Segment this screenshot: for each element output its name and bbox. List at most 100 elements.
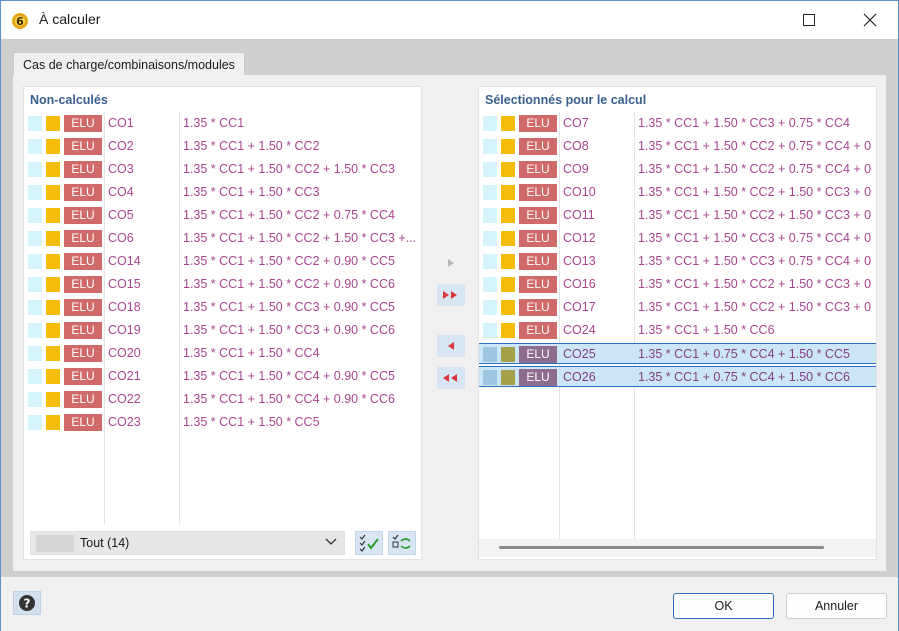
design-situation-badge: ELU bbox=[519, 207, 557, 224]
list-item[interactable]: ELU CO3 1.35 * CC1 + 1.50 * CC2 + 1.50 * C… bbox=[24, 159, 421, 180]
list-item[interactable]: ELU CO5 1.35 * CC1 + 1.50 * CC2 + 0.75 * C… bbox=[24, 205, 421, 226]
design-situation-badge: ELU bbox=[64, 276, 102, 293]
load-type-color-swatch bbox=[483, 347, 497, 362]
invert-selection-button[interactable] bbox=[388, 531, 416, 555]
close-button[interactable] bbox=[847, 1, 893, 39]
combination-color-swatch bbox=[46, 392, 60, 407]
list-item[interactable]: ELU CO1 1.35 * CC1 bbox=[24, 113, 421, 134]
list-item[interactable]: ELU CO6 1.35 * CC1 + 1.50 * CC2 + 1.50 * C… bbox=[24, 228, 421, 249]
design-situation-badge: ELU bbox=[519, 276, 557, 293]
combination-name: CO24 bbox=[563, 323, 596, 337]
design-situation-badge: ELU bbox=[64, 322, 102, 339]
move-all-left-button[interactable] bbox=[437, 367, 465, 389]
load-type-color-swatch bbox=[483, 277, 497, 292]
filter-dropdown[interactable]: Tout (14) bbox=[30, 531, 345, 555]
design-situation-badge: ELU bbox=[64, 230, 102, 247]
combination-name: CO3 bbox=[108, 162, 134, 176]
combination-expression: 1.35 * CC1 + 1.50 * CC2 + 1.50 * CC3 + 0 bbox=[638, 185, 872, 199]
list-item[interactable]: ELU CO15 1.35 * CC1 + 1.50 * CC2 + 0.90 * … bbox=[24, 274, 421, 295]
move-right-button[interactable] bbox=[437, 252, 465, 274]
combination-name: CO5 bbox=[108, 208, 134, 222]
list-item[interactable]: ELU CO11 1.35 * CC1 + 1.50 * CC2 + 1.50 * … bbox=[479, 205, 876, 226]
list-item[interactable]: ELU CO12 1.35 * CC1 + 1.50 * CC3 + 0.75 * … bbox=[479, 228, 876, 249]
list-item[interactable]: ELU CO23 1.35 * CC1 + 1.50 * CC5 bbox=[24, 412, 421, 433]
design-situation-badge: ELU bbox=[64, 391, 102, 408]
combination-name: CO6 bbox=[108, 231, 134, 245]
combination-color-swatch bbox=[501, 185, 515, 200]
maximize-button[interactable] bbox=[786, 1, 832, 39]
cancel-button[interactable]: Annuler bbox=[786, 593, 887, 619]
list-item[interactable]: ELU CO21 1.35 * CC1 + 1.50 * CC4 + 0.90 * … bbox=[24, 366, 421, 387]
load-type-color-swatch bbox=[483, 231, 497, 246]
combination-color-swatch bbox=[501, 277, 515, 292]
list-item[interactable]: ELU CO18 1.35 * CC1 + 1.50 * CC3 + 0.90 * … bbox=[24, 297, 421, 318]
filter-color-swatch bbox=[36, 535, 74, 552]
combination-name: CO7 bbox=[563, 116, 589, 130]
arrow-right-icon bbox=[448, 259, 454, 267]
list-item[interactable]: ELU CO13 1.35 * CC1 + 1.50 * CC3 + 0.75 * … bbox=[479, 251, 876, 272]
combination-expression: 1.35 * CC1 bbox=[183, 116, 245, 130]
combination-expression: 1.35 * CC1 + 1.50 * CC2 + 0.75 * CC4 + 0 bbox=[638, 139, 872, 153]
maximize-icon bbox=[803, 14, 815, 26]
list-item[interactable]: ELU CO17 1.35 * CC1 + 1.50 * CC2 + 1.50 * … bbox=[479, 297, 876, 318]
list-item[interactable]: ELU CO7 1.35 * CC1 + 1.50 * CC3 + 0.75 * C… bbox=[479, 113, 876, 134]
load-type-color-swatch bbox=[483, 185, 497, 200]
move-all-right-button[interactable] bbox=[437, 284, 465, 306]
check-all-icon bbox=[359, 534, 379, 552]
combination-name: CO15 bbox=[108, 277, 141, 291]
list-item[interactable]: ELU CO25 1.35 * CC1 + 0.75 * CC4 + 1.50 * … bbox=[479, 343, 876, 364]
move-left-button[interactable] bbox=[437, 335, 465, 357]
list-item[interactable]: ELU CO14 1.35 * CC1 + 1.50 * CC2 + 0.90 * … bbox=[24, 251, 421, 272]
help-button[interactable]: ? bbox=[13, 591, 41, 615]
design-situation-badge: ELU bbox=[519, 230, 557, 247]
combination-color-swatch bbox=[46, 277, 60, 292]
combination-name: CO9 bbox=[563, 162, 589, 176]
design-situation-badge: ELU bbox=[519, 299, 557, 316]
combination-name: CO11 bbox=[563, 208, 595, 222]
design-situation-badge: ELU bbox=[519, 369, 557, 386]
combination-color-swatch bbox=[501, 300, 515, 315]
design-situation-badge: ELU bbox=[519, 322, 557, 339]
combination-name: CO18 bbox=[108, 300, 141, 314]
load-type-color-swatch bbox=[28, 231, 42, 246]
list-item[interactable]: ELU CO10 1.35 * CC1 + 1.50 * CC2 + 1.50 * … bbox=[479, 182, 876, 203]
list-item[interactable]: ELU CO20 1.35 * CC1 + 1.50 * CC4 bbox=[24, 343, 421, 364]
list-item[interactable]: ELU CO26 1.35 * CC1 + 0.75 * CC4 + 1.50 * … bbox=[479, 366, 876, 387]
dialog-body: Cas de charge/combinaisons/modules Non-c… bbox=[1, 39, 898, 577]
dialog-footer: ? OK Annuler bbox=[1, 577, 898, 631]
combination-name: CO1 bbox=[108, 116, 134, 130]
svg-text:6: 6 bbox=[16, 15, 24, 28]
combination-expression: 1.35 * CC1 + 1.50 * CC2 + 1.50 * CC3 +..… bbox=[183, 231, 417, 245]
ok-button[interactable]: OK bbox=[673, 593, 774, 619]
select-all-button[interactable] bbox=[355, 531, 383, 555]
dialog-window: 6 À calculer Cas de charge/combinaisons/… bbox=[0, 0, 899, 631]
list-item[interactable]: ELU CO2 1.35 * CC1 + 1.50 * CC2 bbox=[24, 136, 421, 157]
list-item[interactable]: ELU CO19 1.35 * CC1 + 1.50 * CC3 + 0.90 * … bbox=[24, 320, 421, 341]
list-item[interactable]: ELU CO8 1.35 * CC1 + 1.50 * CC2 + 0.75 * C… bbox=[479, 136, 876, 157]
load-type-color-swatch bbox=[483, 370, 497, 385]
design-situation-badge: ELU bbox=[64, 138, 102, 155]
combination-name: CO25 bbox=[563, 347, 596, 361]
tab-load-cases[interactable]: Cas de charge/combinaisons/modules bbox=[13, 52, 245, 76]
horizontal-scrollbar[interactable] bbox=[479, 539, 876, 557]
design-situation-badge: ELU bbox=[64, 207, 102, 224]
load-type-color-swatch bbox=[28, 139, 42, 154]
load-type-color-swatch bbox=[28, 208, 42, 223]
load-type-color-swatch bbox=[28, 254, 42, 269]
combination-expression: 1.35 * CC1 + 1.50 * CC4 + 0.90 * CC5 bbox=[183, 369, 395, 383]
combination-color-swatch bbox=[46, 162, 60, 177]
design-situation-badge: ELU bbox=[64, 368, 102, 385]
selected-list-panel: Sélectionnés pour le calcul ELU CO7 1.35 *… bbox=[478, 86, 877, 560]
combination-expression: 1.35 * CC1 + 1.50 * CC3 + 0.75 * CC4 + 0 bbox=[638, 231, 872, 245]
list-item[interactable]: ELU CO24 1.35 * CC1 + 1.50 * CC6 bbox=[479, 320, 876, 341]
list-item[interactable]: ELU CO4 1.35 * CC1 + 1.50 * CC3 bbox=[24, 182, 421, 203]
list-item[interactable]: ELU CO22 1.35 * CC1 + 1.50 * CC4 + 0.90 * … bbox=[24, 389, 421, 410]
combination-expression: 1.35 * CC1 + 1.50 * CC2 + 0.75 * CC4 + 0 bbox=[638, 162, 872, 176]
combination-expression: 1.35 * CC1 + 1.50 * CC2 + 0.75 * CC4 bbox=[183, 208, 395, 222]
combination-color-swatch bbox=[501, 162, 515, 177]
tab-panel: Non-calculés ELU CO1 1.35 * CC1 ELU CO2 1.35 … bbox=[13, 75, 886, 571]
list-item[interactable]: ELU CO16 1.35 * CC1 + 1.50 * CC2 + 1.50 * … bbox=[479, 274, 876, 295]
scrollbar-thumb[interactable] bbox=[499, 546, 824, 549]
load-type-color-swatch bbox=[483, 300, 497, 315]
list-item[interactable]: ELU CO9 1.35 * CC1 + 1.50 * CC2 + 0.75 * C… bbox=[479, 159, 876, 180]
